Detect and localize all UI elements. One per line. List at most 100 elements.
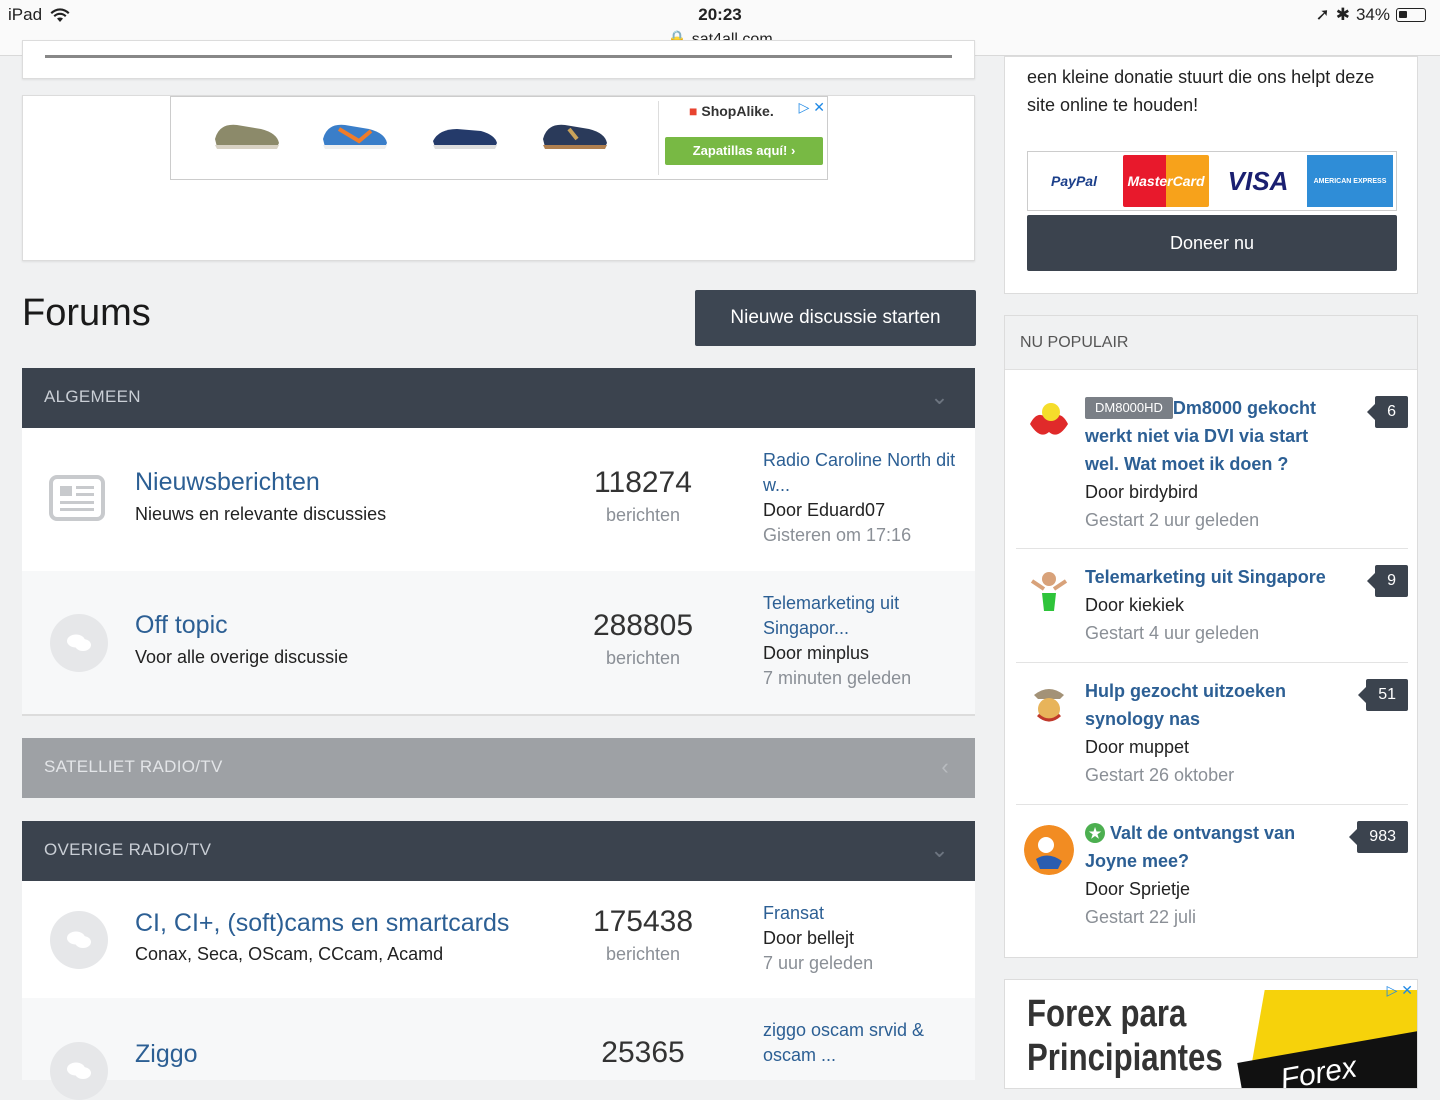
shoe-image bbox=[215, 124, 279, 149]
post-count-label: berichten bbox=[605, 648, 681, 668]
popular-item[interactable]: Hulp gezocht uitzoeken synology nas Door… bbox=[1016, 663, 1408, 805]
chevron-down-icon[interactable]: ⌄ bbox=[930, 821, 949, 879]
newspaper-icon bbox=[48, 474, 106, 527]
topic-date: Gestart 4 uur geleden bbox=[1085, 623, 1260, 643]
popular-item[interactable]: Telemarketing uit Singapore Door kiekiek… bbox=[1016, 549, 1408, 663]
forum-description: Nieuws en relevante discussies bbox=[135, 504, 387, 524]
topic-title[interactable]: Telemarketing uit Singapore bbox=[1085, 563, 1345, 591]
category-header-overige[interactable]: OVERIGE RADIO/TV ⌄ bbox=[22, 821, 975, 881]
adchoices-icon[interactable]: ▷ ✕ bbox=[799, 99, 825, 116]
forum-row-ziggo[interactable]: Ziggo 25365 ziggo oscam srvid & oscam ..… bbox=[22, 998, 975, 1100]
post-count: 175438 bbox=[592, 905, 694, 938]
ad-headline: Forex para Principiantes bbox=[1027, 993, 1223, 1079]
avatar bbox=[1024, 396, 1074, 446]
post-count: 118274 bbox=[594, 466, 692, 499]
reply-count-badge: 51 bbox=[1358, 679, 1408, 711]
avatar bbox=[1024, 567, 1074, 617]
forum-title[interactable]: Off topic bbox=[135, 611, 228, 640]
last-post-title[interactable]: Fransat bbox=[763, 901, 973, 926]
topic-date: Gestart 22 juli bbox=[1085, 907, 1197, 927]
shoe-image bbox=[323, 124, 387, 149]
donate-text: een kleine donatie stuurt die ons helpt … bbox=[1027, 67, 1375, 115]
payment-methods: PayPal MasterCard VISA AMERICAN EXPRESS bbox=[1027, 151, 1397, 211]
popular-item[interactable]: ★ Valt de ontvangst van Joyne mee? Door … bbox=[1016, 805, 1408, 945]
new-discussion-button[interactable]: Nieuwe discussie starten bbox=[695, 290, 976, 346]
topic-date: Gestart 26 oktober bbox=[1085, 765, 1235, 785]
shoe-ad-banner[interactable]: ■ ShopAlike. Zapatillas aquí! › ▷ ✕ bbox=[170, 96, 828, 180]
topic-author[interactable]: Door Sprietje bbox=[1085, 875, 1196, 903]
shopalike-logo: ■ ShopAlike. bbox=[689, 103, 774, 119]
forum-row-cams[interactable]: CI, CI+, (soft)cams en smartcards Conax,… bbox=[22, 881, 975, 998]
visa-logo: VISA bbox=[1215, 155, 1301, 207]
reply-count-badge: 9 bbox=[1367, 565, 1408, 597]
forum-row-off-topic[interactable]: Off topic Voor alle overige discussie 28… bbox=[22, 571, 975, 714]
reply-count-badge: 6 bbox=[1367, 396, 1408, 428]
bluetooth-icon: ✱ bbox=[1335, 5, 1350, 24]
category-header-satelliet[interactable]: SATELLIET RADIO/TV ‹ bbox=[22, 738, 975, 798]
last-post-title[interactable]: Telemarketing uit Singapor... bbox=[763, 591, 973, 641]
last-post-author[interactable]: Door minplus bbox=[763, 641, 973, 666]
battery-percent: 34% bbox=[1355, 5, 1390, 24]
topic-date: Gestart 2 uur geleden bbox=[1085, 510, 1260, 530]
post-count-label: berichten bbox=[605, 505, 681, 525]
popular-title: NU POPULAIR bbox=[1005, 316, 1417, 370]
post-count-label: berichten bbox=[605, 944, 681, 964]
ad-cta-button[interactable]: Zapatillas aquí! › bbox=[665, 137, 823, 165]
forex-ad[interactable]: Forex Forex para Principiantes ▷ ✕ bbox=[1004, 979, 1418, 1089]
reply-count-badge: 983 bbox=[1349, 821, 1408, 853]
topic-title[interactable]: Valt de ontvangst van Joyne mee? bbox=[1085, 823, 1295, 871]
last-post-author[interactable]: Door bellejt bbox=[763, 926, 973, 951]
mastercard-logo: MasterCard bbox=[1123, 155, 1209, 207]
topic-tag[interactable]: DM8000HD bbox=[1085, 397, 1173, 419]
post-count: 25365 bbox=[601, 1036, 685, 1069]
donate-button[interactable]: Doneer nu bbox=[1027, 215, 1397, 271]
last-post-date: 7 uur geleden bbox=[763, 953, 874, 973]
topic-author[interactable]: Door muppet bbox=[1085, 733, 1234, 761]
topic-author[interactable]: Door kiekiek bbox=[1085, 591, 1259, 619]
last-post-date: 7 minuten geleden bbox=[763, 668, 912, 688]
amex-logo: AMERICAN EXPRESS bbox=[1307, 155, 1393, 207]
chat-bubbles-icon bbox=[50, 911, 108, 969]
last-post: Radio Caroline North dit w... Door Eduar… bbox=[763, 448, 973, 548]
category-title: ALGEMEEN bbox=[44, 387, 141, 406]
location-icon: ➚ bbox=[1315, 5, 1330, 24]
battery-icon bbox=[1396, 8, 1426, 22]
last-post-author[interactable]: Door Eduard07 bbox=[763, 498, 973, 523]
chevron-left-icon[interactable]: ‹ bbox=[941, 738, 949, 796]
category-title: SATELLIET RADIO/TV bbox=[44, 757, 223, 776]
divider bbox=[22, 714, 975, 716]
last-post-title[interactable]: Radio Caroline North dit w... bbox=[763, 448, 973, 498]
chat-bubbles-icon bbox=[50, 614, 108, 672]
last-post: ziggo oscam srvid & oscam ... bbox=[763, 1018, 973, 1068]
popular-widget: NU POPULAIR DM8000HD Dm8000 gekocht werkt… bbox=[1004, 315, 1418, 958]
last-post: Telemarketing uit Singapor... Door minpl… bbox=[763, 591, 973, 691]
page-title: Forums bbox=[22, 292, 151, 334]
chat-bubbles-icon bbox=[50, 1042, 108, 1100]
forum-description: Conax, Seca, OScam, CCcam, Acamd bbox=[135, 944, 444, 964]
forum-title[interactable]: Nieuwsberichten bbox=[135, 468, 320, 497]
donate-widget: een kleine donatie stuurt die ons helpt … bbox=[1004, 56, 1418, 294]
topic-title[interactable]: Hulp gezocht uitzoeken synology nas bbox=[1085, 677, 1325, 733]
shoe-image bbox=[433, 129, 497, 149]
status-right: ➚ ✱ 34% bbox=[1315, 5, 1426, 25]
topic-author[interactable]: Door birdybird bbox=[1085, 478, 1259, 506]
last-post-date: Gisteren om 17:16 bbox=[763, 525, 912, 545]
featured-star-icon: ★ bbox=[1085, 823, 1105, 843]
forum-row-nieuwsberichten[interactable]: Nieuwsberichten Nieuws en relevante disc… bbox=[22, 428, 975, 571]
last-post-title[interactable]: ziggo oscam srvid & oscam ... bbox=[763, 1018, 973, 1068]
category-title: OVERIGE RADIO/TV bbox=[44, 840, 212, 859]
adchoices-icon[interactable]: ▷ ✕ bbox=[1387, 982, 1413, 999]
forum-title[interactable]: CI, CI+, (soft)cams en smartcards bbox=[135, 909, 509, 938]
category-header-algemeen[interactable]: ALGEMEEN ⌄ bbox=[22, 368, 975, 428]
avatar bbox=[1024, 681, 1074, 731]
post-count: 288805 bbox=[592, 609, 694, 642]
popular-item[interactable]: DM8000HD Dm8000 gekocht werkt niet via DV… bbox=[1016, 382, 1408, 549]
forum-description: Voor alle overige discussie bbox=[135, 647, 349, 667]
last-post: Fransat Door bellejt 7 uur geleden bbox=[763, 901, 973, 976]
chevron-down-icon[interactable]: ⌄ bbox=[930, 368, 949, 426]
shoe-image bbox=[543, 124, 607, 149]
forum-title[interactable]: Ziggo bbox=[135, 1040, 198, 1069]
previous-card bbox=[22, 40, 975, 79]
clock: 20:23 bbox=[698, 5, 742, 24]
avatar bbox=[1024, 825, 1074, 875]
